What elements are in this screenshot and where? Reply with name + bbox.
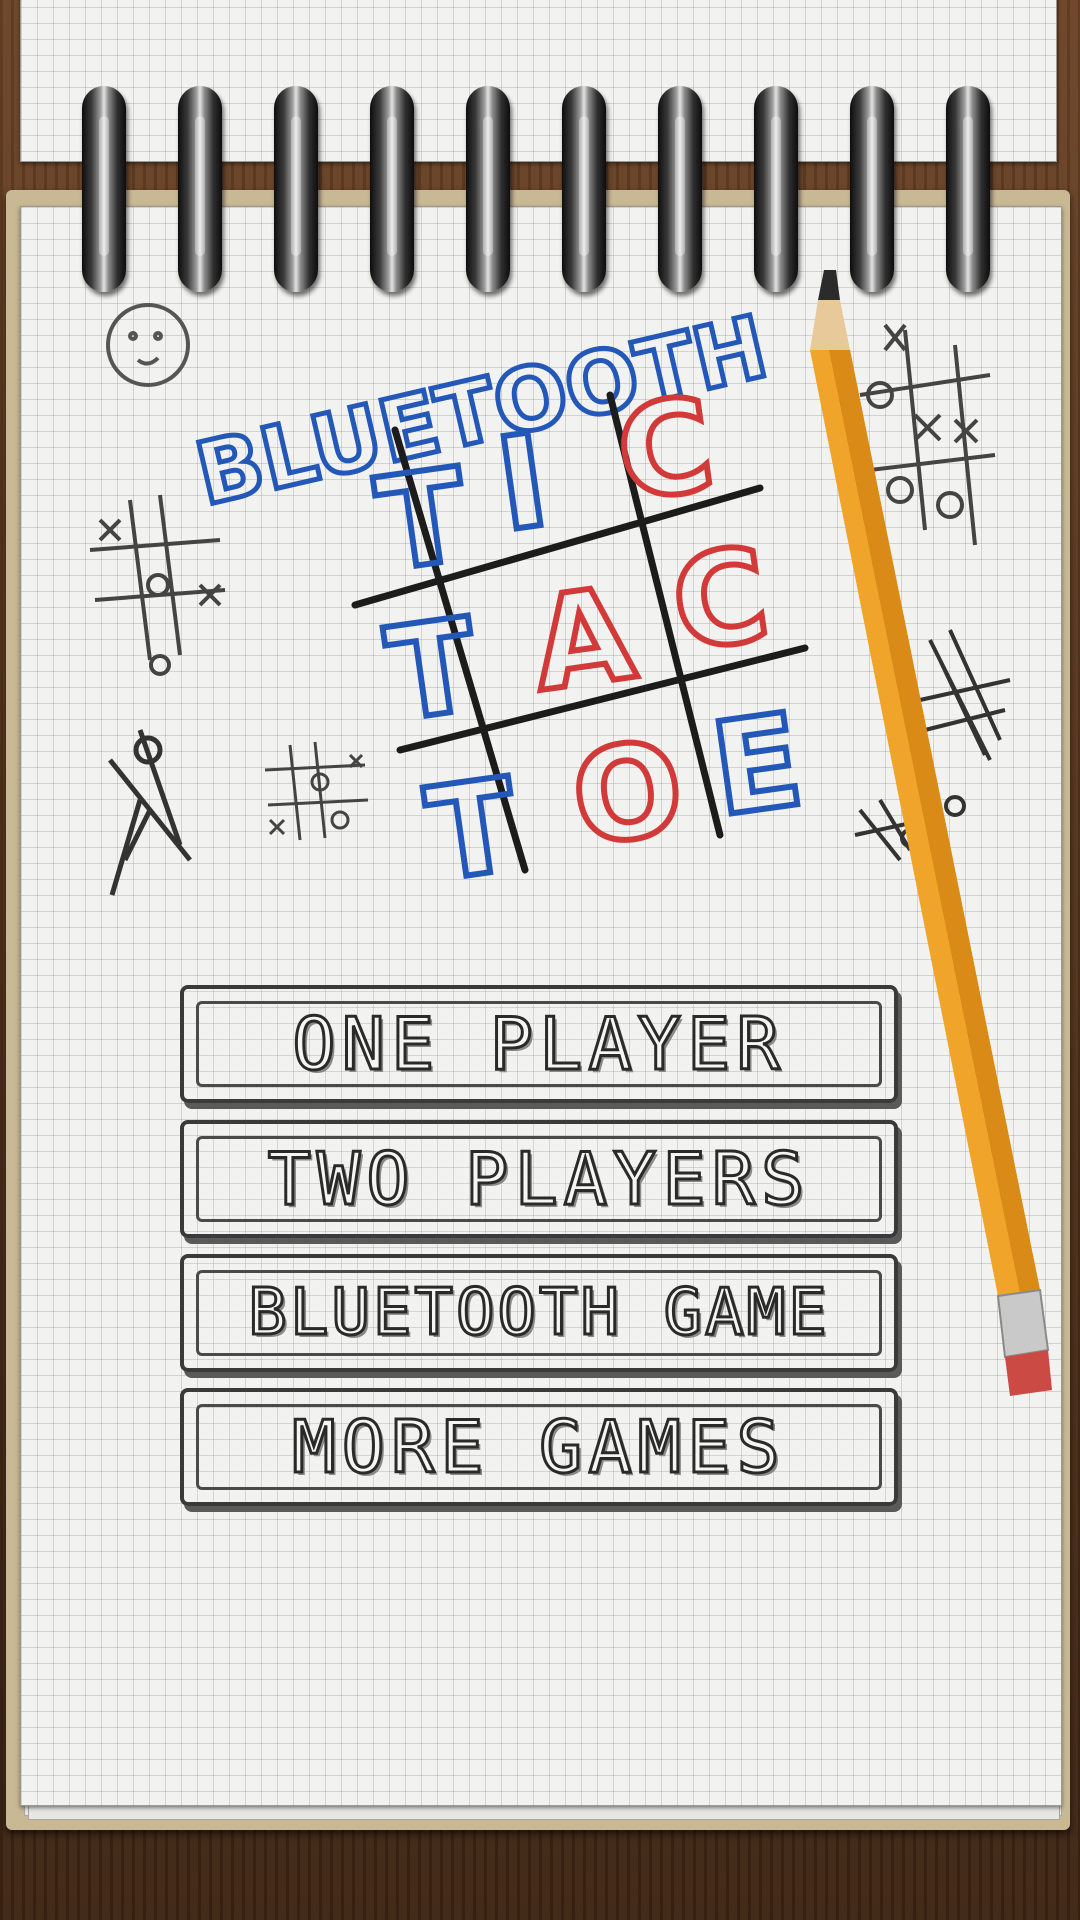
more-games-button[interactable]: MORE GAMES — [180, 1388, 898, 1506]
title-letter: T — [379, 591, 486, 751]
title-letter: A — [524, 559, 643, 720]
bluetooth-game-button[interactable]: BLUETOOTH GAME — [180, 1254, 898, 1372]
one-player-label: ONE PLAYER — [291, 1001, 786, 1088]
smiley-doodle — [106, 303, 190, 387]
more-games-label: MORE GAMES — [291, 1404, 786, 1491]
title-letter: O — [564, 713, 692, 876]
title-letter: T — [419, 751, 526, 911]
one-player-button[interactable]: ONE PLAYER — [180, 985, 898, 1103]
stick-figure-doodle — [108, 729, 192, 896]
bluetooth-game-label: BLUETOOTH GAME — [247, 1275, 830, 1352]
two-players-label: TWO PLAYERS — [266, 1136, 811, 1223]
title-letter: C — [664, 520, 778, 681]
two-players-button[interactable]: TWO PLAYERS — [180, 1120, 898, 1238]
tictactoe-doodle — [89, 494, 226, 676]
tictactoe-doodle — [264, 741, 369, 841]
sketch-layer: BLUETOOTH T I C T A C T O E — [89, 270, 1052, 1396]
